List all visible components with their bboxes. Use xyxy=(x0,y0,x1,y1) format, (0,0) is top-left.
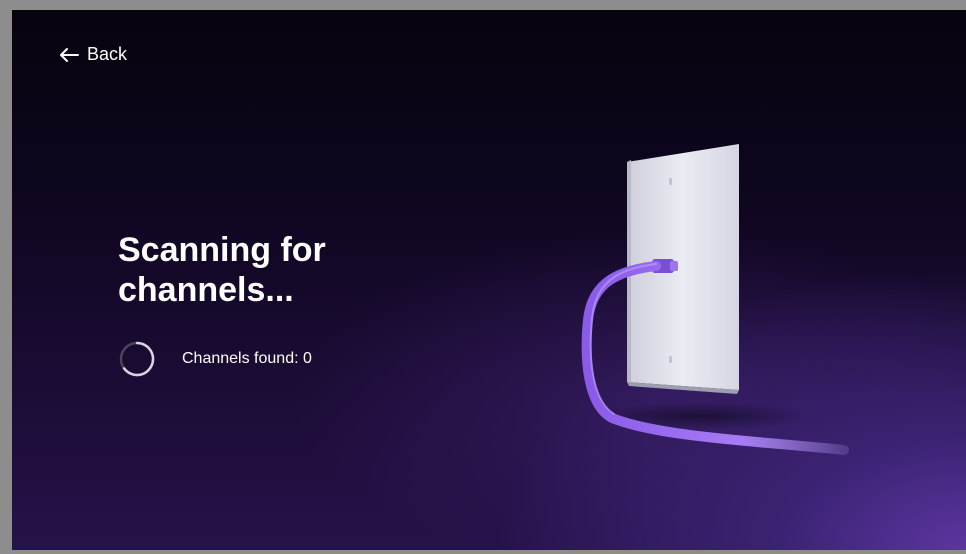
channels-found-label: Channels found: 0 xyxy=(182,350,312,367)
wall-plate-coax-cable-illustration xyxy=(552,120,872,480)
arrow-left-icon xyxy=(59,47,79,63)
scan-screen: Back Scanning for channels... Channels f… xyxy=(12,10,966,550)
scan-status: Channels found: 0 xyxy=(118,340,312,378)
loading-spinner-icon xyxy=(118,340,156,378)
page-title: Scanning for channels... xyxy=(118,231,326,309)
back-button[interactable]: Back xyxy=(59,44,127,65)
back-label: Back xyxy=(87,44,128,64)
tv-frame: Back Scanning for channels... Channels f… xyxy=(0,0,966,554)
